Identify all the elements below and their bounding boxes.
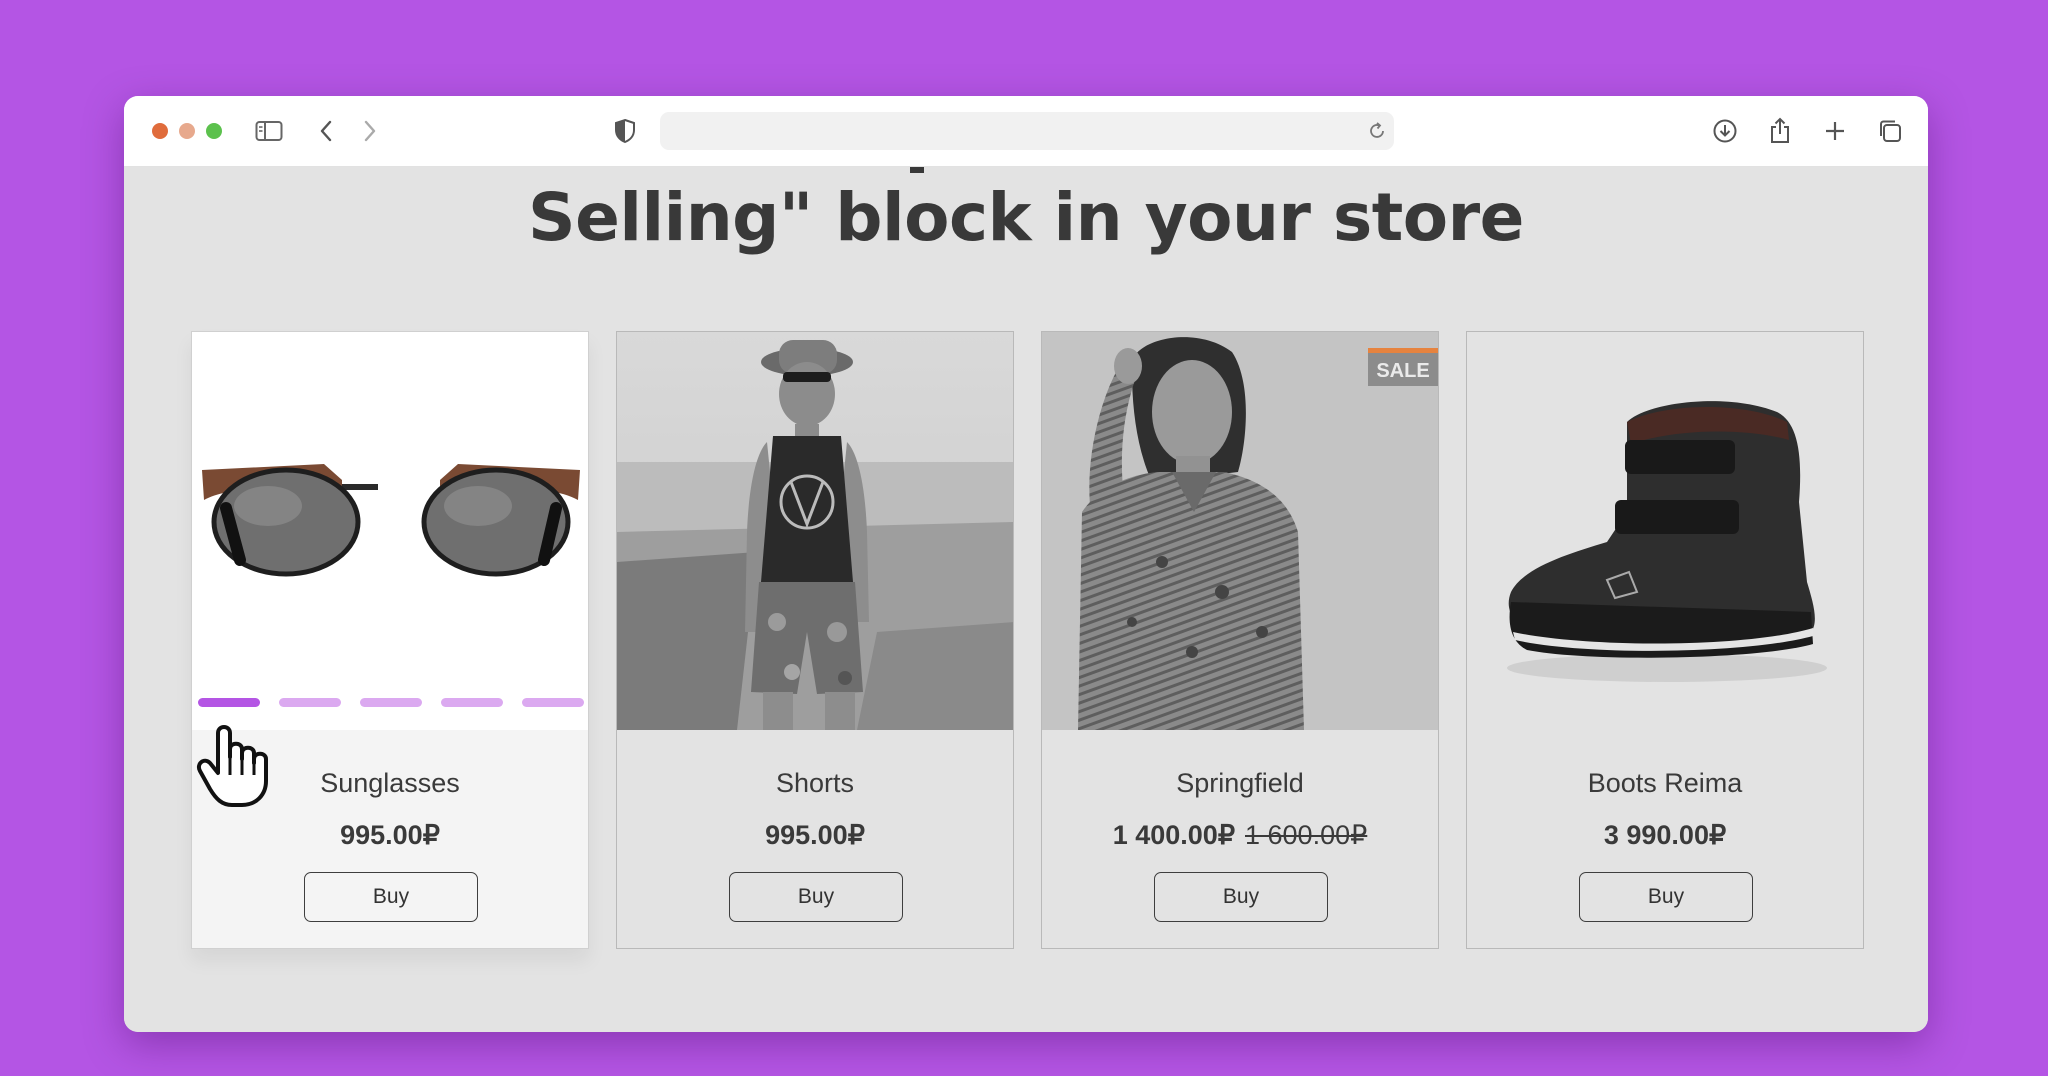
product-card-sunglasses[interactable]: Sunglasses 995.00₽ Buy bbox=[191, 331, 589, 949]
buy-button[interactable]: Buy bbox=[304, 872, 478, 922]
product-image-boots-reima[interactable] bbox=[1467, 332, 1863, 730]
heading-fragment bbox=[910, 167, 924, 173]
share-icon[interactable] bbox=[1765, 116, 1795, 146]
product-card-shorts[interactable]: Shorts 995.00₽ Buy bbox=[616, 331, 1014, 949]
product-card-boots-reima[interactable]: Boots Reima 3 990.00₽ Buy bbox=[1466, 331, 1864, 949]
product-name[interactable]: Springfield bbox=[1042, 768, 1438, 799]
slider-dot-5[interactable] bbox=[522, 698, 584, 707]
buy-button[interactable]: Buy bbox=[1154, 872, 1328, 922]
image-slider-pager bbox=[198, 698, 584, 708]
zoom-window-button[interactable] bbox=[206, 123, 222, 139]
product-card-springfield[interactable]: SALE Springfield 1 400.00₽ 1 600.00₽ Buy bbox=[1041, 331, 1439, 949]
slider-dot-1[interactable] bbox=[198, 698, 260, 707]
reload-icon[interactable] bbox=[1368, 121, 1386, 146]
address-bar[interactable] bbox=[660, 112, 1394, 150]
current-price: 995.00₽ bbox=[765, 820, 865, 850]
shield-icon[interactable] bbox=[610, 116, 640, 146]
browser-window: Selling" block in your store Sunglasses … bbox=[124, 96, 1928, 1032]
sidebar-icon[interactable] bbox=[254, 116, 284, 146]
product-name[interactable]: Shorts bbox=[617, 768, 1013, 799]
minimize-window-button[interactable] bbox=[179, 123, 195, 139]
browser-toolbar bbox=[124, 96, 1928, 167]
product-price: 3 990.00₽ bbox=[1467, 820, 1863, 851]
product-price: 995.00₽ bbox=[617, 820, 1013, 851]
current-price: 1 400.00₽ bbox=[1112, 820, 1235, 850]
product-price: 995.00₽ bbox=[192, 820, 588, 851]
buy-button[interactable]: Buy bbox=[729, 872, 903, 922]
buy-button[interactable]: Buy bbox=[1579, 872, 1753, 922]
slider-dot-4[interactable] bbox=[441, 698, 503, 707]
old-price: 1 600.00₽ bbox=[1245, 820, 1368, 850]
slider-dot-3[interactable] bbox=[360, 698, 422, 707]
product-name[interactable]: Boots Reima bbox=[1467, 768, 1863, 799]
hand-pointer-icon bbox=[196, 719, 276, 814]
slider-dot-2[interactable] bbox=[279, 698, 341, 707]
close-window-button[interactable] bbox=[152, 123, 168, 139]
download-icon[interactable] bbox=[1710, 116, 1740, 146]
sale-badge: SALE bbox=[1368, 348, 1438, 386]
product-image-sunglasses[interactable] bbox=[192, 332, 588, 730]
product-image-springfield[interactable]: SALE bbox=[1042, 332, 1438, 730]
page-content: Selling" block in your store Sunglasses … bbox=[124, 167, 1928, 1032]
product-image-shorts[interactable] bbox=[617, 332, 1013, 730]
current-price: 3 990.00₽ bbox=[1603, 820, 1727, 850]
tabs-overview-icon[interactable] bbox=[1875, 116, 1905, 146]
current-price: 995.00₽ bbox=[340, 820, 440, 850]
forward-icon[interactable] bbox=[355, 116, 385, 146]
new-tab-icon[interactable] bbox=[1820, 116, 1850, 146]
product-price: 1 400.00₽ 1 600.00₽ bbox=[1042, 820, 1438, 851]
back-icon[interactable] bbox=[311, 116, 341, 146]
page-heading: Selling" block in your store bbox=[528, 179, 1524, 256]
